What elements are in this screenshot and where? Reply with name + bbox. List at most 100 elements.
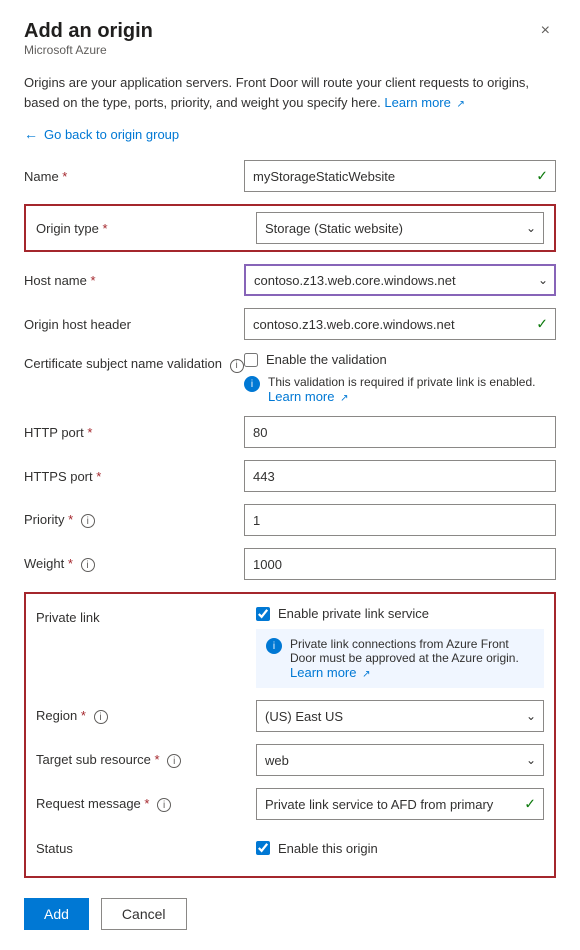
origin-host-header-input[interactable] bbox=[244, 308, 556, 340]
https-port-input[interactable] bbox=[244, 460, 556, 492]
private-link-header-row: Private link Enable private link service… bbox=[36, 606, 544, 688]
origin-host-header-check-icon: ✓ bbox=[536, 316, 548, 333]
panel-header: Add an origin Microsoft Azure × bbox=[24, 20, 556, 69]
host-name-label: Host name * bbox=[24, 273, 244, 288]
host-name-control: contoso.z13.web.core.windows.net ⌄ bbox=[244, 264, 556, 296]
target-sub-info-icon[interactable]: i bbox=[167, 754, 181, 768]
footer: Add Cancel bbox=[24, 898, 556, 930]
origin-host-header-label: Origin host header bbox=[24, 317, 244, 332]
add-button[interactable]: Add bbox=[24, 898, 89, 930]
target-sub-row: Target sub resource * i web ⌄ bbox=[36, 744, 544, 776]
external-link-icon: ↗ bbox=[456, 99, 464, 110]
description-learn-more-link[interactable]: Learn more ↗ bbox=[384, 95, 465, 110]
origin-type-label: Origin type * bbox=[36, 221, 256, 236]
region-info-icon[interactable]: i bbox=[94, 710, 108, 724]
status-checkbox[interactable] bbox=[256, 841, 270, 855]
priority-info-icon[interactable]: i bbox=[81, 514, 95, 528]
status-checkbox-label: Enable this origin bbox=[278, 841, 378, 856]
private-link-info-box: i Private link connections from Azure Fr… bbox=[256, 629, 544, 688]
cert-checkbox-label: Enable the validation bbox=[266, 352, 387, 367]
https-port-label: HTTPS port * bbox=[24, 469, 244, 484]
origin-type-required: * bbox=[99, 221, 108, 236]
close-button[interactable]: × bbox=[535, 20, 556, 42]
region-row: Region * i (US) East US ⌄ bbox=[36, 700, 544, 732]
priority-row: Priority * i bbox=[24, 504, 556, 536]
status-control: Enable this origin bbox=[256, 841, 544, 856]
name-label: Name * bbox=[24, 169, 244, 184]
cert-label: Certificate subject name validation i bbox=[24, 352, 244, 373]
priority-input[interactable] bbox=[244, 504, 556, 536]
spacer bbox=[36, 688, 544, 700]
request-msg-input[interactable] bbox=[256, 788, 544, 820]
name-control: ✓ bbox=[244, 160, 556, 192]
private-link-label: Private link bbox=[36, 606, 256, 625]
private-link-learn-more-link[interactable]: Learn more ↗ bbox=[290, 665, 371, 680]
cert-external-link-icon: ↗ bbox=[340, 393, 348, 404]
https-port-required: * bbox=[93, 469, 102, 484]
cert-checkbox[interactable] bbox=[244, 353, 258, 367]
cert-info-box: i This validation is required if private… bbox=[244, 375, 556, 404]
weight-label: Weight * i bbox=[24, 556, 244, 573]
target-sub-select-wrapper: web ⌄ bbox=[256, 744, 544, 776]
http-port-label: HTTP port * bbox=[24, 425, 244, 440]
origin-host-header-row: Origin host header ✓ bbox=[24, 308, 556, 340]
origin-type-select[interactable]: Storage (Static website) bbox=[256, 212, 544, 244]
region-control: (US) East US ⌄ bbox=[256, 700, 544, 732]
http-port-control bbox=[244, 416, 556, 448]
private-link-info-circle-icon: i bbox=[266, 638, 282, 654]
https-port-control bbox=[244, 460, 556, 492]
region-select[interactable]: (US) East US bbox=[256, 700, 544, 732]
request-msg-info-icon[interactable]: i bbox=[157, 798, 171, 812]
host-name-required: * bbox=[87, 273, 96, 288]
back-arrow-icon: ← bbox=[24, 126, 38, 142]
request-msg-wrapper: ✓ bbox=[256, 788, 544, 820]
priority-control bbox=[244, 504, 556, 536]
target-sub-control: web ⌄ bbox=[256, 744, 544, 776]
cert-checkbox-row: Enable the validation bbox=[244, 352, 556, 367]
name-required: * bbox=[59, 169, 68, 184]
name-input-wrapper: ✓ bbox=[244, 160, 556, 192]
http-port-input[interactable] bbox=[244, 416, 556, 448]
back-to-origin-group-link[interactable]: ← Go back to origin group bbox=[24, 126, 556, 142]
cert-info-icon[interactable]: i bbox=[230, 359, 244, 373]
weight-info-icon[interactable]: i bbox=[81, 558, 95, 572]
origin-host-header-wrapper: ✓ bbox=[244, 308, 556, 340]
priority-label: Priority * i bbox=[24, 512, 244, 529]
status-row: Status Enable this origin bbox=[36, 832, 544, 864]
request-msg-row: Request message * i ✓ bbox=[36, 788, 544, 820]
region-select-wrapper: (US) East US ⌄ bbox=[256, 700, 544, 732]
origin-type-control: Storage (Static website) ⌄ bbox=[256, 212, 544, 244]
private-link-section: Private link Enable private link service… bbox=[24, 592, 556, 878]
request-msg-check-icon: ✓ bbox=[524, 796, 536, 813]
cert-learn-more-link[interactable]: Learn more ↗ bbox=[268, 389, 349, 404]
region-required: * bbox=[77, 708, 86, 723]
private-link-external-link-icon: ↗ bbox=[362, 669, 370, 680]
name-check-icon: ✓ bbox=[536, 168, 548, 185]
header-left: Add an origin Microsoft Azure bbox=[24, 20, 153, 69]
request-msg-required: * bbox=[141, 796, 150, 811]
host-name-select-wrapper: contoso.z13.web.core.windows.net ⌄ bbox=[244, 264, 556, 296]
private-link-checkbox-row: Enable private link service bbox=[256, 606, 544, 621]
cert-info-text: This validation is required if private l… bbox=[268, 375, 556, 404]
cert-info-circle-icon: i bbox=[244, 376, 260, 392]
weight-input[interactable] bbox=[244, 548, 556, 580]
region-label: Region * i bbox=[36, 708, 256, 725]
cancel-button[interactable]: Cancel bbox=[101, 898, 187, 930]
host-name-select[interactable]: contoso.z13.web.core.windows.net bbox=[244, 264, 556, 296]
weight-required: * bbox=[64, 556, 73, 571]
request-msg-label: Request message * i bbox=[36, 796, 256, 813]
origin-host-header-control: ✓ bbox=[244, 308, 556, 340]
request-msg-control: ✓ bbox=[256, 788, 544, 820]
origin-type-inner: Origin type * Storage (Static website) ⌄ bbox=[36, 212, 544, 244]
cert-row: Certificate subject name validation i En… bbox=[24, 352, 556, 404]
weight-row: Weight * i bbox=[24, 548, 556, 580]
priority-required: * bbox=[64, 512, 73, 527]
target-sub-required: * bbox=[151, 752, 160, 767]
name-input[interactable] bbox=[244, 160, 556, 192]
private-link-checkbox[interactable] bbox=[256, 607, 270, 621]
panel-title: Add an origin bbox=[24, 20, 153, 43]
target-sub-select[interactable]: web bbox=[256, 744, 544, 776]
private-link-info-text: Private link connections from Azure Fron… bbox=[290, 637, 534, 680]
http-port-required: * bbox=[84, 425, 93, 440]
panel-subtitle: Microsoft Azure bbox=[24, 43, 153, 57]
